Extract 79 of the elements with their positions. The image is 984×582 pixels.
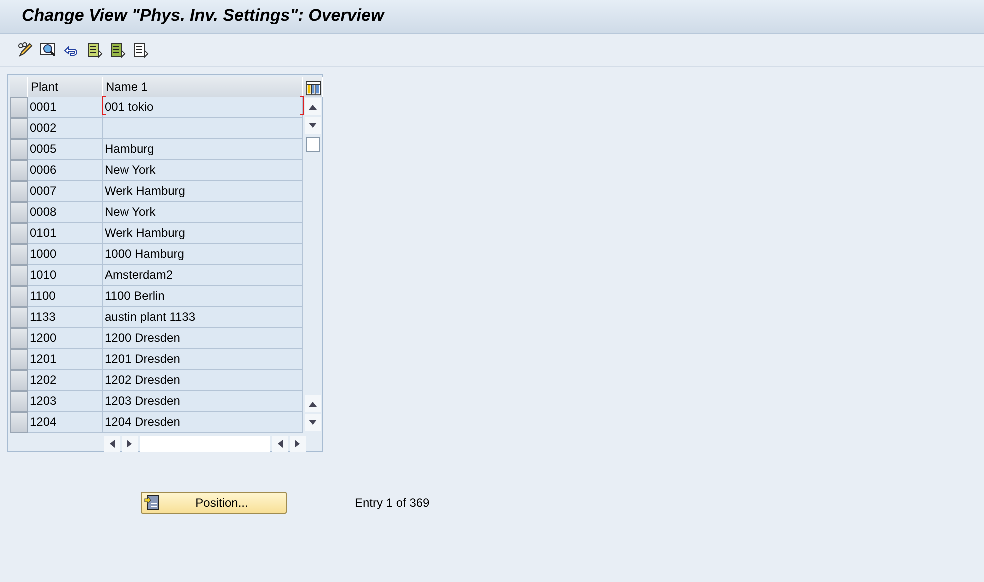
down-triangle-icon bbox=[309, 420, 317, 426]
row-selector[interactable] bbox=[10, 202, 28, 223]
table-cell: 0005 bbox=[28, 139, 103, 160]
row-selector[interactable] bbox=[10, 328, 28, 349]
row-selector[interactable] bbox=[10, 370, 28, 391]
scrollbar-track[interactable] bbox=[140, 436, 270, 452]
input-field[interactable]: 1201 Dresden bbox=[103, 349, 303, 370]
scroll-left-button[interactable] bbox=[272, 436, 288, 452]
list-arrow-icon[interactable] bbox=[86, 42, 103, 58]
input-field[interactable]: 1204 Dresden bbox=[103, 412, 303, 433]
column-header[interactable]: Name 1 bbox=[103, 77, 303, 97]
left-triangle-icon bbox=[277, 440, 283, 448]
right-triangle-icon bbox=[295, 440, 301, 448]
input-field[interactable] bbox=[103, 118, 303, 139]
table-cell: 1202 bbox=[28, 370, 103, 391]
table-cell: 0101 bbox=[28, 223, 103, 244]
row-selector[interactable] bbox=[10, 391, 28, 412]
input-field[interactable]: 001 tokio bbox=[103, 97, 303, 118]
table-cell: 0002 bbox=[28, 118, 103, 139]
row-selector[interactable] bbox=[10, 223, 28, 244]
scroll-right-button[interactable] bbox=[290, 436, 306, 452]
table-cell: 0007 bbox=[28, 181, 103, 202]
pencil-icon[interactable] bbox=[17, 42, 34, 58]
left-triangle-icon bbox=[109, 440, 115, 448]
column-settings-icon[interactable] bbox=[306, 81, 321, 96]
input-field[interactable]: Werk Hamburg bbox=[103, 223, 303, 244]
table-cell: 1133 bbox=[28, 307, 103, 328]
scroll-left-button[interactable] bbox=[104, 436, 120, 452]
input-field[interactable]: austin plant 1133 bbox=[103, 307, 303, 328]
row-selector[interactable] bbox=[10, 181, 28, 202]
scroll-down-button[interactable] bbox=[305, 414, 321, 431]
table-cell: 1203 bbox=[28, 391, 103, 412]
list-arrow-icon[interactable] bbox=[132, 42, 149, 58]
table-cell: 1200 bbox=[28, 328, 103, 349]
scroll-up-button[interactable] bbox=[305, 395, 321, 412]
list-arrow-icon[interactable] bbox=[109, 42, 126, 58]
row-selector[interactable] bbox=[10, 118, 28, 139]
row-selector[interactable] bbox=[10, 244, 28, 265]
input-field[interactable]: Werk Hamburg bbox=[103, 181, 303, 202]
position-icon bbox=[144, 495, 160, 511]
scroll-up-button[interactable] bbox=[305, 98, 321, 115]
row-selector[interactable] bbox=[10, 286, 28, 307]
scroll-right-button[interactable] bbox=[122, 436, 138, 452]
input-field[interactable]: Hamburg bbox=[103, 139, 303, 160]
table-cell: 0008 bbox=[28, 202, 103, 223]
table-cell: 1204 bbox=[28, 412, 103, 433]
select-all-button[interactable] bbox=[10, 77, 28, 97]
table-cell: 1201 bbox=[28, 349, 103, 370]
magnifier-icon[interactable] bbox=[40, 42, 57, 58]
row-selector[interactable] bbox=[10, 97, 28, 118]
table-cell: 1010 bbox=[28, 265, 103, 286]
table-cell: 0001 bbox=[28, 97, 103, 118]
window-title: Change View "Phys. Inv. Settings": Overview bbox=[22, 6, 384, 26]
down-triangle-icon bbox=[309, 122, 317, 128]
right-triangle-icon bbox=[127, 440, 133, 448]
position-button[interactable]: Position... bbox=[141, 492, 287, 514]
up-triangle-icon bbox=[309, 400, 317, 406]
row-selector[interactable] bbox=[10, 349, 28, 370]
input-field[interactable]: New York bbox=[103, 202, 303, 223]
entry-counter: Entry 1 of 369 bbox=[355, 496, 430, 510]
input-field[interactable]: 1203 Dresden bbox=[103, 391, 303, 412]
row-selector[interactable] bbox=[10, 412, 28, 433]
row-selector[interactable] bbox=[10, 160, 28, 181]
table-cell: 0006 bbox=[28, 160, 103, 181]
input-field[interactable]: Amsterdam2 bbox=[103, 265, 303, 286]
row-selector[interactable] bbox=[10, 265, 28, 286]
table-cell: 1100 bbox=[28, 286, 103, 307]
column-header[interactable]: Plant bbox=[28, 77, 103, 97]
scrollbar-thumb[interactable] bbox=[306, 137, 320, 152]
input-field[interactable]: 1200 Dresden bbox=[103, 328, 303, 349]
input-field[interactable]: 1000 Hamburg bbox=[103, 244, 303, 265]
row-selector[interactable] bbox=[10, 139, 28, 160]
table-cell: 1000 bbox=[28, 244, 103, 265]
input-field[interactable]: New York bbox=[103, 160, 303, 181]
input-field[interactable]: 1202 Dresden bbox=[103, 370, 303, 391]
up-triangle-icon bbox=[309, 104, 317, 110]
scroll-down-button[interactable] bbox=[305, 117, 321, 134]
input-field[interactable]: 1100 Berlin bbox=[103, 286, 303, 307]
row-selector[interactable] bbox=[10, 307, 28, 328]
